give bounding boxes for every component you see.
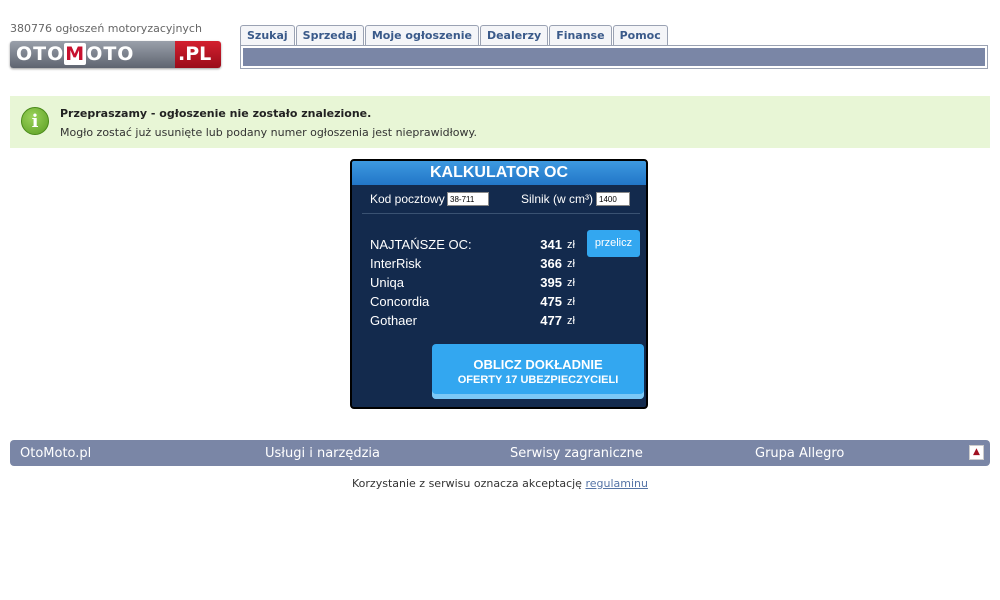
engine-input[interactable]: [596, 192, 630, 206]
not-found-message: i Przepraszamy - ogłoszenie nie zostało …: [10, 96, 990, 148]
offer-currency: zł: [567, 258, 575, 270]
message-title: Przepraszamy - ogłoszenie nie zostało zn…: [60, 107, 372, 120]
calculator-divider: [362, 213, 640, 214]
postal-code-label: Kod pocztowy: [370, 192, 445, 206]
ad-count: 380776 ogłoszeń motoryzacyjnych: [10, 22, 202, 35]
offer-name: Uniqa: [370, 275, 404, 290]
footer-bar: OtoMoto.pl Usługi i narzędzia Serwisy za…: [10, 440, 990, 466]
tab-dealerzy[interactable]: Dealerzy: [479, 25, 549, 45]
sub-navigation-bar: [240, 45, 988, 69]
offer-row: NAJTAŃSZE OC: 341 zł: [370, 237, 610, 255]
tab-finanse[interactable]: Finanse: [549, 25, 612, 45]
footer-link-serwisy[interactable]: Serwisy zagraniczne: [510, 446, 643, 461]
terms-notice: Korzystanie z serwisu oznacza akceptację…: [0, 477, 1000, 490]
offer-row: Gothaer 477 zł: [370, 313, 610, 331]
footer-link-allegro[interactable]: Grupa Allegro: [755, 446, 844, 461]
main-tabs: Szukaj Sprzedaj Moje ogłoszenie Dealerzy…: [240, 25, 669, 45]
offer-row: InterRisk 366 zł: [370, 256, 610, 274]
calculator-title: KALKULATOR OC: [352, 161, 646, 185]
offer-name: Gothaer: [370, 313, 417, 328]
offer-currency: zł: [567, 315, 575, 327]
offer-currency: zł: [567, 277, 575, 289]
calculate-exact-button[interactable]: OBLICZ DOKŁADNIE OFERTY 17 UBEZPIECZYCIE…: [432, 344, 644, 399]
offer-currency: zł: [567, 239, 575, 251]
logo-text-pl: .PL: [175, 41, 221, 68]
tab-szukaj[interactable]: Szukaj: [240, 25, 295, 45]
offer-price: 477: [540, 313, 562, 328]
terms-text: Korzystanie z serwisu oznacza akceptację: [352, 477, 582, 490]
offer-name: NAJTAŃSZE OC:: [370, 237, 472, 252]
offer-price: 395: [540, 275, 562, 290]
offer-price: 475: [540, 294, 562, 309]
engine-label: Silnik (w cm³): [521, 192, 593, 206]
oc-calculator: KALKULATOR OC Kod pocztowy Silnik (w cm³…: [350, 159, 648, 409]
tab-sprzedaj[interactable]: Sprzedaj: [295, 25, 364, 45]
otomoto-logo[interactable]: OTOMOTO .PL: [10, 41, 221, 68]
offer-name: Concordia: [370, 294, 430, 309]
postal-code-input[interactable]: [447, 192, 489, 206]
offer-name: InterRisk: [370, 256, 422, 271]
message-text: Mogło zostać już usunięte lub podany num…: [60, 126, 477, 139]
tab-moje-ogloszenie[interactable]: Moje ogłoszenie: [364, 25, 479, 45]
offer-price: 366: [540, 256, 562, 271]
offer-price: 341: [540, 237, 562, 252]
recalculate-button[interactable]: przelicz: [587, 230, 640, 257]
info-icon: i: [21, 107, 49, 135]
terms-link[interactable]: regulaminu: [585, 477, 648, 490]
cta-line-1: OBLICZ DOKŁADNIE: [473, 357, 603, 372]
scroll-top-icon[interactable]: ▲: [969, 445, 984, 460]
tab-pomoc[interactable]: Pomoc: [612, 25, 668, 45]
offer-currency: zł: [567, 296, 575, 308]
footer-link-uslugi[interactable]: Usługi i narzędzia: [265, 446, 380, 461]
offer-row: Concordia 475 zł: [370, 294, 610, 312]
offer-row: Uniqa 395 zł: [370, 275, 610, 293]
logo-text-main: OTOMOTO: [10, 41, 175, 68]
sub-navigation-fill: [243, 48, 985, 66]
footer-link-otomoto[interactable]: OtoMoto.pl: [20, 446, 91, 461]
cta-line-2: OFERTY 17 UBEZPIECZYCIELI: [457, 374, 619, 386]
